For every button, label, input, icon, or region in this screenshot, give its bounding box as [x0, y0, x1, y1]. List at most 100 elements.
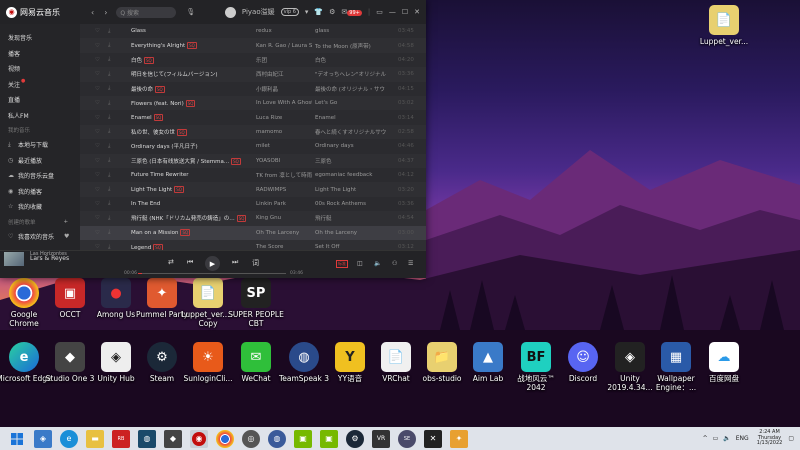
download-icon[interactable]: ⤓: [108, 100, 110, 107]
search-input[interactable]: Q 搜索: [116, 6, 177, 18]
download-icon[interactable]: ⤓: [108, 215, 110, 222]
taskbar-csgo-icon[interactable]: ✦: [450, 429, 468, 448]
heart-icon[interactable]: ♡: [95, 57, 100, 63]
song-album[interactable]: 飛行艇: [315, 214, 395, 222]
song-row[interactable]: ♡ ⤓ 白色 SQ 乐团 白色 04:20: [80, 53, 426, 67]
chevron-up-icon[interactable]: ^: [703, 435, 708, 442]
song-row[interactable]: ♡ ⤓ Flowers (feat. Nori) SQ In Love With A G…: [80, 96, 426, 111]
download-icon[interactable]: ⤓: [108, 114, 110, 121]
heart-icon[interactable]: ♡: [95, 28, 100, 34]
song-album[interactable]: 白色: [315, 56, 395, 64]
song-artist[interactable]: RADWIMPS: [256, 187, 312, 193]
volume-icon[interactable]: 🔈: [374, 260, 381, 267]
lyrics-icon[interactable]: 词: [252, 258, 259, 268]
next-icon[interactable]: ⏭: [232, 258, 238, 267]
taskbar-netease-icon[interactable]: ◉: [190, 429, 208, 448]
taskbar-app-icon[interactable]: ◍: [268, 429, 286, 448]
song-artist[interactable]: Luca Rize: [256, 115, 312, 121]
sidebar-item-fm[interactable]: 私人FM: [0, 108, 80, 124]
network-icon[interactable]: ▭: [713, 435, 719, 442]
taskbar-app-icon[interactable]: SE: [398, 429, 416, 448]
song-album[interactable]: egomaniac feedback: [315, 172, 395, 178]
heart-icon[interactable]: ♡: [95, 129, 100, 135]
song-row[interactable]: ♡ ⤓ Light The Light SQ RADWIMPS Light The Lig…: [80, 182, 426, 197]
song-artist[interactable]: In Love With A Ghost: [256, 100, 312, 106]
song-album[interactable]: Light The Light: [315, 187, 395, 193]
sidebar-item-my-podcast[interactable]: ◉ 我的播客: [0, 184, 80, 200]
heart-icon[interactable]: ♡: [95, 86, 100, 92]
song-row[interactable]: ♡ ⤓ Ordinary days (平凡日子) milet Ordinary days…: [80, 139, 426, 153]
download-icon[interactable]: ⤓: [108, 229, 110, 236]
language-indicator[interactable]: ENG: [736, 435, 749, 442]
song-row[interactable]: ♡ ⤓ 三原色 (日本有线放送大賞 / Stemma... SQ YOASOBI 三原色 0…: [80, 153, 426, 168]
sidebar-item-recent[interactable]: ◷ 最近播放: [0, 153, 80, 169]
song-album[interactable]: 三原色: [315, 157, 395, 165]
taskbar-steam-icon[interactable]: ⚙: [346, 429, 364, 448]
sidebar-item-video[interactable]: 视频: [0, 61, 80, 77]
song-artist[interactable]: Kan R. Gao / Laura Shigihara: [256, 43, 312, 49]
song-album[interactable]: 00s Rock Anthems: [315, 201, 395, 207]
progress-bar[interactable]: [138, 273, 286, 274]
quality-button[interactable]: 标准: [336, 260, 348, 268]
song-row[interactable]: ♡ ⤓ 最後の命 SQ 小銀利晶 最後の命 (オリジナル・サウ 04:15: [80, 82, 426, 96]
album-cover[interactable]: [4, 252, 24, 266]
heart-icon[interactable]: ♡: [95, 115, 100, 121]
taskbar-edge-icon[interactable]: e: [60, 429, 78, 448]
song-artist[interactable]: Oh The Larceny: [256, 230, 312, 236]
song-row[interactable]: ♡ ⤓ 私の世、彼女の世 SQ mamomo 春へと続くすオリジナルサウ 02:58: [80, 124, 426, 140]
sidebar-item-follow[interactable]: 关注 ●: [0, 77, 80, 93]
heart-icon[interactable]: ♡: [95, 230, 100, 236]
song-album[interactable]: 最後の命 (オリジナル・サウ: [315, 85, 395, 93]
maximize-icon[interactable]: ☐: [402, 8, 408, 16]
download-icon[interactable]: ⤓: [108, 85, 110, 92]
minimize-icon[interactable]: —: [389, 8, 396, 16]
song-row[interactable]: ♡ ⤓ Enamel SQ Luca Rize Enamel 03:14: [80, 110, 426, 124]
song-row[interactable]: ♡ ⤓ Everything's Alright SQ Kan R. Gao / Lau…: [80, 38, 426, 53]
play-button[interactable]: ▶: [205, 256, 220, 271]
download-icon[interactable]: ⤓: [108, 157, 110, 164]
sidebar-item-podcast[interactable]: 播客: [0, 46, 80, 62]
taskbar-studio-one-icon[interactable]: ◆: [164, 429, 182, 448]
song-row[interactable]: ♡ ⤓ Glass redux glass 03:45: [80, 24, 426, 38]
heart-icon[interactable]: ♡: [95, 201, 100, 207]
song-row[interactable]: ♡ ⤓ 飛行艇 (NHK「ドリカム発売の鋳造」の… SQ King Gnu 飛行艇 04:5…: [80, 211, 426, 226]
add-playlist-icon[interactable]: +: [64, 219, 69, 225]
song-artist[interactable]: 乐团: [256, 56, 312, 64]
mail-icon[interactable]: ✉ 99+: [341, 8, 362, 16]
windows-start-icon[interactable]: [8, 430, 26, 448]
microphone-icon[interactable]: 🎙: [186, 8, 195, 16]
desktop-icon-luppet[interactable]: 📄 Luppet_ver...: [696, 5, 752, 47]
avatar[interactable]: [224, 6, 236, 18]
heart-icon[interactable]: ♡: [95, 71, 100, 77]
close-icon[interactable]: ✕: [414, 8, 420, 16]
song-artist[interactable]: 西村由紀江: [256, 70, 312, 78]
taskbar-app-icon[interactable]: ◎: [242, 429, 260, 448]
taskbar-nvidia-icon[interactable]: ▣: [294, 429, 312, 448]
song-artist[interactable]: King Gnu: [256, 215, 312, 221]
song-row[interactable]: ♡ ⤓ Legend SQ The Score Set It Off 03:12: [80, 240, 426, 250]
sidebar-item-local-download[interactable]: ⤓ 本地与下载: [0, 137, 80, 153]
shirt-icon[interactable]: 👕: [314, 8, 323, 16]
desktop-icon-super-people[interactable]: SP SUPER PEOPLE CBT: [228, 278, 284, 328]
notification-icon[interactable]: ▢: [788, 435, 794, 442]
taskbar-explorer-icon[interactable]: ▬: [86, 429, 104, 448]
taskbar-nvidia-icon[interactable]: ▣: [320, 429, 338, 448]
app-logo[interactable]: ◉ 网易云音乐: [6, 6, 86, 18]
song-album[interactable]: "デオっちへレン"オリジナル: [315, 70, 395, 78]
download-icon[interactable]: ⤓: [108, 56, 110, 63]
download-icon[interactable]: ⤓: [108, 172, 110, 179]
volume-icon[interactable]: 🔈: [723, 435, 730, 442]
forward-arrow-icon[interactable]: ›: [104, 8, 107, 17]
taskbar-vr-icon[interactable]: VR: [372, 429, 390, 448]
loop-icon[interactable]: ⇄: [168, 258, 174, 266]
song-artist[interactable]: 小銀利晶: [256, 85, 312, 93]
clock[interactable]: 2:24 AM Thursday 1/13/2022: [757, 430, 783, 447]
download-icon[interactable]: ⤓: [108, 28, 110, 35]
heartbeat-mode-icon[interactable]: ♥: [64, 233, 69, 240]
heart-icon[interactable]: ♡: [95, 187, 100, 193]
listen-together-icon[interactable]: ⚇: [392, 260, 397, 267]
back-arrow-icon[interactable]: ‹: [91, 8, 94, 17]
sidebar-item-live[interactable]: 直播: [0, 92, 80, 108]
song-album[interactable]: glass: [315, 28, 395, 34]
song-row[interactable]: ♡ ⤓ 明日を信じて(フィルムバージョン) 西村由紀江 "デオっちへレン"オリジナル 03…: [80, 67, 426, 82]
